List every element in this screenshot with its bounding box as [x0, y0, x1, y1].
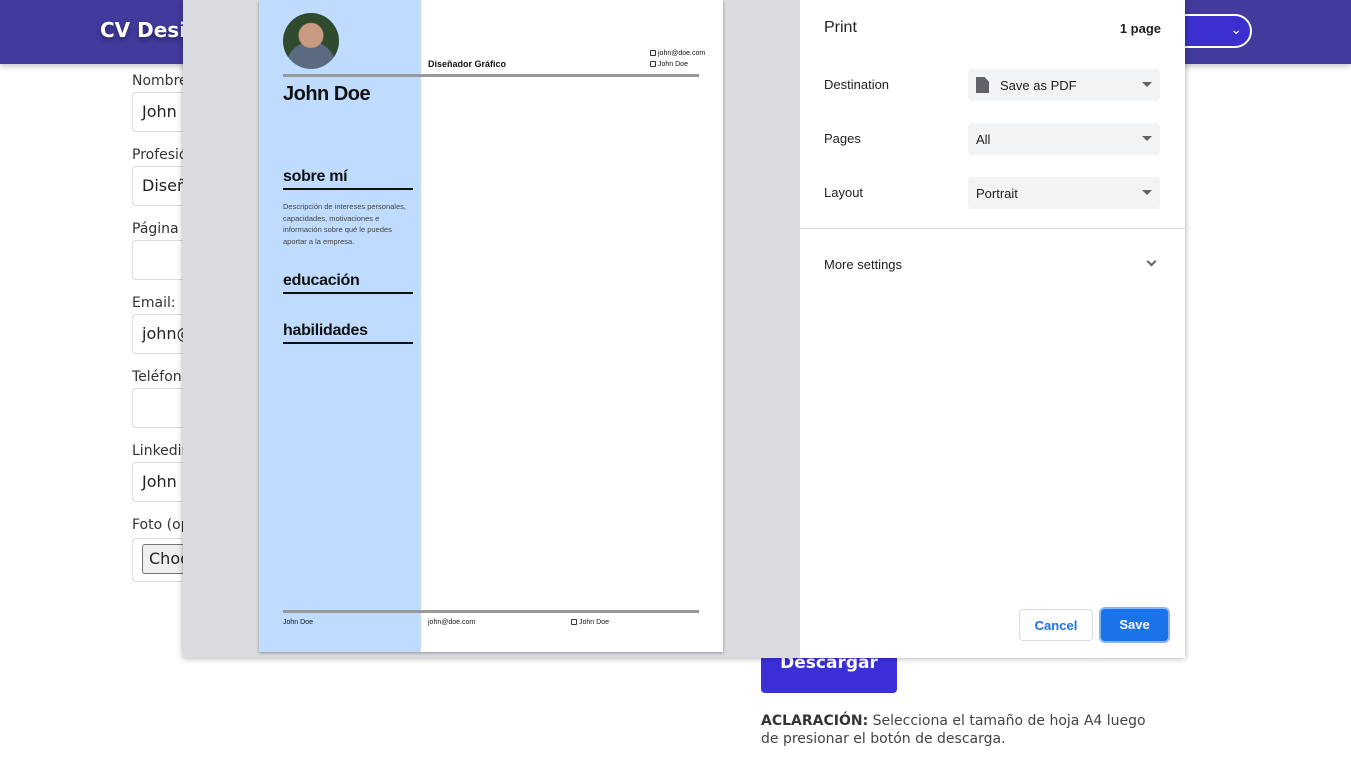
cv-section-skills: habilidades — [283, 322, 413, 344]
save-button[interactable]: Save — [1101, 609, 1168, 641]
destination-value: Save as PDF — [1000, 78, 1077, 93]
document-icon — [976, 77, 989, 93]
cv-contact-linkedin: John Doe — [650, 61, 688, 68]
cv-footer-linkedin-text: John Doe — [579, 619, 609, 626]
print-settings-panel: Print 1 page Destination Save as PDF Pag… — [800, 0, 1185, 658]
note-bold: ACLARACIÓN: — [761, 713, 869, 729]
settings-divider — [800, 228, 1185, 229]
linkedin-icon — [650, 61, 656, 68]
more-settings-toggle[interactable]: More settings — [800, 240, 1185, 288]
photo-label: Foto (op — [132, 517, 190, 533]
cv-preview-page: Diseñador Gráfico john@doe.com John Doe … — [259, 0, 723, 652]
pages-select[interactable]: All — [968, 123, 1160, 155]
cv-footer-name: John Doe — [283, 619, 313, 626]
more-settings-label: More settings — [824, 257, 903, 272]
cv-job-title: Diseñador Gráfico — [428, 59, 507, 69]
print-preview-area: Diseñador Gráfico john@doe.com John Doe … — [183, 0, 800, 658]
chevron-down-icon — [1146, 256, 1157, 267]
linkedin-label: Linkedin — [132, 443, 191, 459]
layout-value: Portrait — [976, 186, 1018, 201]
print-dialog: Diseñador Gráfico john@doe.com John Doe … — [183, 0, 1185, 658]
layout-select[interactable]: Portrait — [968, 177, 1160, 209]
website-label: Página — [132, 221, 179, 237]
chevron-down-icon: ⌄ — [1230, 22, 1242, 38]
name-label: Nombre — [132, 73, 188, 89]
cv-name: John Doe — [283, 83, 371, 105]
cv-footer-email: john@doe.com — [428, 619, 476, 626]
print-title: Print — [824, 19, 857, 36]
pages-label: Pages — [824, 131, 861, 146]
cv-top-rule — [283, 74, 699, 77]
cv-bottom-rule — [283, 610, 699, 613]
cv-section-about: sobre mí — [283, 168, 413, 190]
cancel-button[interactable]: Cancel — [1019, 609, 1093, 641]
cv-contact-email: john@doe.com — [650, 50, 705, 57]
destination-select[interactable]: Save as PDF — [968, 69, 1160, 101]
download-note: ACLARACIÓN: Selecciona el tamaño de hoja… — [761, 712, 1161, 748]
phone-label: Teléfon — [132, 369, 182, 385]
linkedin-icon — [571, 619, 577, 626]
profession-label: Profesió — [132, 147, 188, 163]
pages-value: All — [976, 132, 991, 147]
email-icon — [650, 50, 656, 57]
cv-footer-linkedin: John Doe — [571, 619, 609, 626]
email-label: Email: — [132, 295, 176, 311]
cv-section-education: educación — [283, 272, 413, 294]
cv-about-text: Descripción de intereses personales, cap… — [283, 202, 406, 246]
dropdown-arrow-icon — [1142, 190, 1152, 195]
cv-linkedin-text: John Doe — [658, 61, 688, 68]
profile-photo — [283, 13, 339, 69]
dropdown-arrow-icon — [1142, 82, 1152, 87]
layout-label: Layout — [824, 185, 864, 200]
page-count: 1 page — [1119, 21, 1161, 36]
cv-email-text: john@doe.com — [658, 50, 706, 57]
dropdown-arrow-icon — [1142, 136, 1152, 141]
destination-label: Destination — [824, 77, 890, 92]
